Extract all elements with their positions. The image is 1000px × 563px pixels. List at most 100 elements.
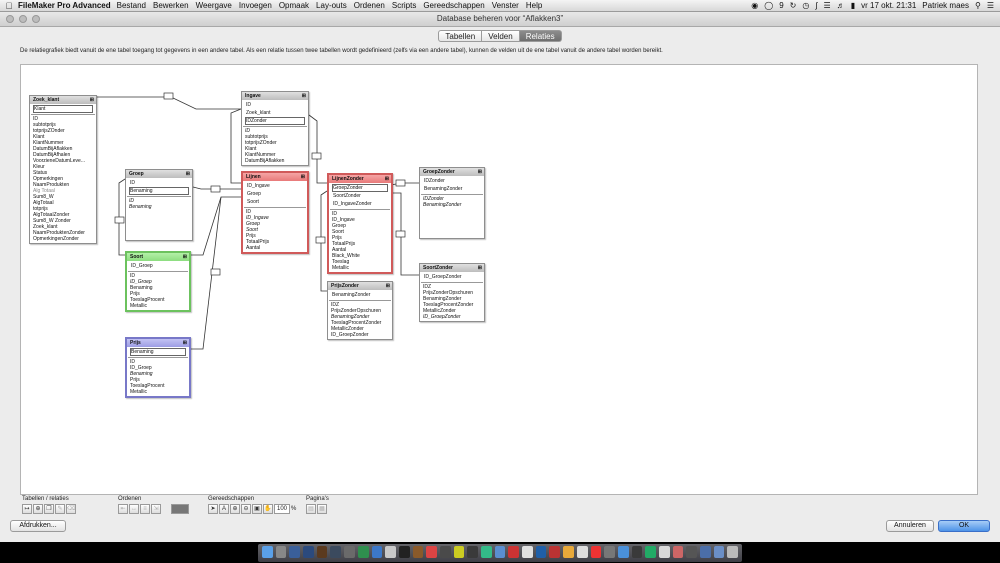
app-icon-t[interactable] — [604, 546, 615, 558]
table-header[interactable]: Lijnen ⊞ — [243, 173, 307, 181]
print-button[interactable]: Afdrukken... — [10, 520, 66, 532]
key-field[interactable]: SoortZonder — [332, 192, 388, 200]
wifi-icon[interactable]: ☰ — [824, 1, 831, 10]
app-icon-b[interactable] — [357, 546, 369, 558]
key-field[interactable]: Benaming — [129, 187, 189, 195]
table-header[interactable]: Zoek_klant ⊞ — [30, 96, 96, 104]
app-icon-f[interactable] — [412, 546, 424, 558]
downloads-icon[interactable] — [713, 546, 725, 558]
lightroom-icon[interactable] — [330, 546, 342, 558]
user-name[interactable]: Patriek maes — [922, 1, 969, 10]
collapse-toggle-icon[interactable]: ⊞ — [183, 339, 187, 347]
collapse-toggle-icon[interactable]: ⊞ — [90, 96, 94, 104]
key-field[interactable]: Benaming — [130, 348, 186, 356]
tab-relaties[interactable]: Relaties — [519, 30, 562, 42]
table-header[interactable]: LijnenZonder ⊞ — [329, 175, 391, 183]
collapse-toggle-icon[interactable]: ⊞ — [385, 175, 389, 183]
app-icon-c[interactable] — [371, 546, 383, 558]
table-header[interactable]: Soort ⊞ — [127, 253, 189, 261]
spotlight-icon[interactable]: ⚲ — [975, 1, 981, 10]
menu-opmaak[interactable]: Opmaak — [279, 1, 309, 10]
table-header[interactable]: Ingave ⊞ — [242, 92, 308, 100]
key-field[interactable]: IDZonder — [423, 177, 481, 185]
duplicate-icon[interactable]: ❐ — [44, 504, 54, 514]
table-zoek-klant[interactable]: Zoek_klant ⊞ Klant ID subtotprijs totprij… — [29, 95, 97, 244]
delete-icon[interactable]: ⌫ — [66, 504, 76, 514]
menu-venster[interactable]: Venster — [492, 1, 519, 10]
fit-window-icon[interactable]: ▣ — [252, 504, 262, 514]
key-field[interactable]: ID — [129, 179, 189, 187]
key-field[interactable]: ID — [245, 101, 305, 109]
trash-icon[interactable] — [727, 546, 739, 558]
volume-icon[interactable]: ♬ — [837, 1, 845, 10]
key-field[interactable]: IDZonder — [245, 117, 305, 125]
key-field[interactable]: BenamingZonder — [331, 291, 389, 299]
distribute-icon[interactable]: ≡ — [140, 504, 150, 514]
table-header[interactable]: Prijs ⊞ — [127, 339, 189, 347]
table-lijnen[interactable]: Lijnen ⊞ ID_Ingave Groep Soort ID ID_Inga… — [241, 171, 309, 254]
app-icon-y[interactable] — [672, 546, 684, 558]
app-icon-v[interactable] — [631, 546, 643, 558]
sync-icon[interactable]: ↻ — [790, 1, 797, 10]
launchpad-icon[interactable] — [275, 546, 287, 558]
skype-icon[interactable]: ◯ — [764, 1, 773, 10]
add-table-icon[interactable]: ↦ — [22, 504, 32, 514]
collapse-toggle-icon[interactable]: ⊞ — [186, 170, 190, 178]
table-header[interactable]: Groep ⊞ — [126, 170, 192, 178]
table-lijnen-zonder[interactable]: LijnenZonder ⊞ GroepZonder SoortZonder ID… — [327, 173, 393, 274]
illustrator-icon[interactable] — [316, 546, 328, 558]
collapse-toggle-icon[interactable]: ⊞ — [478, 264, 482, 272]
menu-bewerken[interactable]: Bewerken — [153, 1, 189, 10]
table-soort[interactable]: Soort ⊞ ID_Groep ID ID_Groep Benaming Pri… — [125, 251, 191, 312]
relationship-graph[interactable]: Zoek_klant ⊞ Klant ID subtotprijs totprij… — [20, 64, 978, 495]
table-soort-zonder[interactable]: SoortZonder ⊞ ID_GroepZonder IDZ PrijsZon… — [419, 263, 485, 322]
key-field[interactable]: BenamingZonder — [423, 185, 481, 193]
app-icon-e[interactable] — [398, 546, 410, 558]
app-icon-g[interactable] — [426, 546, 437, 558]
app-icon-l[interactable] — [494, 546, 506, 558]
collapse-toggle-icon[interactable]: ⊞ — [302, 92, 306, 100]
app-icon-h[interactable] — [439, 546, 451, 558]
menu-invoegen[interactable]: Invoegen — [239, 1, 272, 10]
collapse-toggle-icon[interactable]: ⊞ — [386, 282, 390, 290]
apple-menu-icon[interactable]:  — [0, 1, 18, 11]
app-icon-x[interactable] — [658, 546, 670, 558]
app-icon-u[interactable] — [617, 546, 629, 558]
key-field[interactable]: Klant — [33, 105, 93, 113]
tab-velden[interactable]: Velden — [482, 30, 520, 42]
collapse-toggle-icon[interactable]: ⊞ — [183, 253, 187, 261]
app-icon-aa[interactable] — [700, 546, 711, 558]
app-icon-n[interactable] — [522, 546, 533, 558]
app-icon-z[interactable] — [686, 546, 697, 558]
menu-gereedschappen[interactable]: Gereedschappen — [423, 1, 484, 10]
app-icon-j[interactable] — [467, 546, 478, 558]
key-field[interactable]: ID_Ingave — [246, 182, 304, 190]
tab-tabellen[interactable]: Tabellen — [438, 30, 483, 42]
key-field[interactable]: ID_Groep — [130, 262, 186, 270]
clock-datetime[interactable]: vr 17 okt. 21:31 — [861, 1, 916, 10]
table-header[interactable]: PrijsZonder ⊞ — [328, 282, 392, 290]
menu-bestand[interactable]: Bestand — [117, 1, 146, 10]
mission-control-icon[interactable] — [289, 546, 301, 558]
menu-layouts[interactable]: Lay-outs — [316, 1, 347, 10]
table-ingave[interactable]: Ingave ⊞ ID Zoek_klant IDZonder ID subtot… — [241, 91, 309, 166]
app-icon-m[interactable] — [508, 546, 520, 558]
text-tool-icon[interactable]: A — [219, 504, 229, 514]
align-center-icon[interactable]: ↔ — [129, 504, 139, 514]
table-groep[interactable]: Groep ⊞ ID Benaming ID Benaming — [125, 169, 193, 241]
add-relationship-icon[interactable]: ⊕ — [33, 504, 43, 514]
menu-scripts[interactable]: Scripts — [392, 1, 416, 10]
zoom-input[interactable]: 100 — [274, 504, 290, 514]
app-icon-w[interactable] — [645, 546, 656, 558]
color-swatch[interactable] — [171, 504, 189, 514]
key-field[interactable]: GroepZonder — [332, 184, 388, 192]
hand-tool-icon[interactable]: ✋ — [263, 504, 273, 514]
resize-icon[interactable]: ⇲ — [151, 504, 161, 514]
app-icon-r[interactable] — [576, 546, 588, 558]
app-icon-s[interactable] — [590, 546, 602, 558]
app-icon-o[interactable] — [535, 546, 547, 558]
status-icon[interactable]: ◉ — [751, 1, 758, 10]
menu-help[interactable]: Help — [526, 1, 542, 10]
app-icon-p[interactable] — [549, 546, 561, 558]
page-breaks-icon[interactable]: ▦ — [317, 504, 327, 514]
